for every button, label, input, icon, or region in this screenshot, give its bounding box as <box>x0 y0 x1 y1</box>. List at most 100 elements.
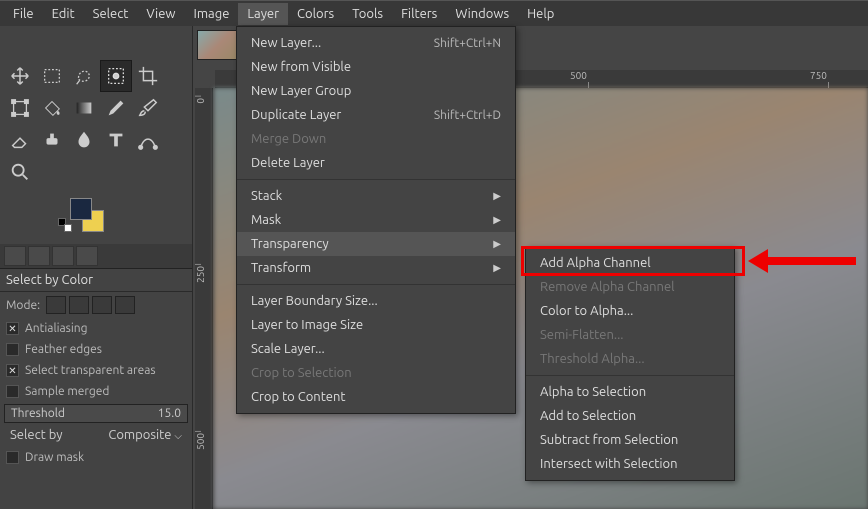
left-dock: Select by Color Mode: Antialiasing Feath… <box>0 26 193 509</box>
sample-checkbox[interactable] <box>6 385 19 398</box>
menuitem-new-layer[interactable]: New Layer...Shift+Ctrl+N <box>237 31 515 55</box>
menuitem-label: Layer to Image Size <box>251 318 363 332</box>
history-tab-icon[interactable] <box>52 246 74 266</box>
mode-row: Mode: <box>0 292 192 318</box>
pencil-tool-icon[interactable] <box>100 92 132 124</box>
drawmask-checkbox[interactable] <box>6 451 19 464</box>
submenu-arrow-icon: ▶ <box>493 238 501 250</box>
threshold-value: 15.0 <box>158 407 181 420</box>
ruler-tick: 500 <box>570 70 587 88</box>
menuitem-layer-boundary-size[interactable]: Layer Boundary Size... <box>237 289 515 313</box>
menuitem-scale-layer[interactable]: Scale Layer... <box>237 337 515 361</box>
menu-select[interactable]: Select <box>84 3 138 25</box>
mode-replace-icon[interactable] <box>46 296 66 314</box>
menuitem-duplicate-layer[interactable]: Duplicate LayerShift+Ctrl+D <box>237 103 515 127</box>
transparency-submenu: Add Alpha ChannelRemove Alpha ChannelCol… <box>525 246 735 481</box>
devices-tab-icon[interactable] <box>28 246 50 266</box>
color-swatches[interactable] <box>70 198 110 234</box>
menu-image[interactable]: Image <box>185 3 239 25</box>
menuitem-mask[interactable]: Mask ▶ <box>237 208 515 232</box>
clone-tool-icon[interactable] <box>36 124 68 156</box>
vertical-ruler: 0250500 <box>195 88 213 509</box>
menu-edit[interactable]: Edit <box>43 3 84 25</box>
rect-select-tool-icon[interactable] <box>36 60 68 92</box>
feather-checkbox[interactable] <box>6 343 19 356</box>
mode-add-icon[interactable] <box>69 296 89 314</box>
antialias-row[interactable]: Antialiasing <box>0 318 192 339</box>
menuitem-label: Add to Selection <box>540 409 636 423</box>
menu-file[interactable]: File <box>4 3 43 25</box>
eraser-tool-icon[interactable] <box>4 124 36 156</box>
menuitem-alpha-to-selection[interactable]: Alpha to Selection <box>526 380 734 404</box>
bucket-fill-tool-icon[interactable] <box>36 92 68 124</box>
menuitem-layer-to-image-size[interactable]: Layer to Image Size <box>237 313 515 337</box>
select-by-color-tool-icon[interactable] <box>100 60 132 92</box>
menuitem-label: Crop to Content <box>251 390 346 404</box>
menuitem-color-to-alpha[interactable]: Color to Alpha... <box>526 299 734 323</box>
menu-layer[interactable]: Layer <box>238 3 288 25</box>
menu-separator <box>526 375 734 376</box>
menuitem-add-alpha-channel[interactable]: Add Alpha Channel <box>526 251 734 275</box>
move-tool-icon[interactable] <box>4 60 36 92</box>
menu-view[interactable]: View <box>137 3 184 25</box>
menuitem-delete-layer[interactable]: Delete Layer <box>237 151 515 175</box>
ruler-tick: 250 <box>195 266 213 283</box>
menuitem-label: Intersect with Selection <box>540 457 678 471</box>
menuitem-intersect-with-selection[interactable]: Intersect with Selection <box>526 452 734 476</box>
text-tool-icon[interactable] <box>100 124 132 156</box>
menuitem-new-layer-group[interactable]: New Layer Group <box>237 79 515 103</box>
selectby-combo[interactable]: Select by Composite ⌵ <box>4 425 188 445</box>
drawmask-row[interactable]: Draw mask <box>0 447 192 468</box>
threshold-slider[interactable]: Threshold 15.0 <box>4 404 188 423</box>
transp-row[interactable]: Select transparent areas <box>0 360 192 381</box>
menuitem-stack[interactable]: Stack▶ <box>237 184 515 208</box>
fg-color-swatch[interactable] <box>70 198 92 220</box>
gradient-tool-icon[interactable] <box>68 92 100 124</box>
menuitem-subtract-from-selection[interactable]: Subtract from Selection <box>526 428 734 452</box>
menuitem-label: Transparency <box>251 237 329 251</box>
tool-options-tab-icon[interactable] <box>4 246 26 266</box>
menu-filters[interactable]: Filters <box>392 3 446 25</box>
menuitem-label: Color to Alpha... <box>540 304 633 318</box>
sample-row[interactable]: Sample merged <box>0 381 192 402</box>
menu-separator <box>237 284 515 285</box>
menuitem-label: Stack <box>251 189 282 203</box>
crop-tool-icon[interactable] <box>132 60 164 92</box>
menuitem-label: Add Alpha Channel <box>540 256 651 270</box>
menuitem-label: Semi-Flatten... <box>540 328 623 342</box>
path-tool-icon[interactable] <box>132 124 164 156</box>
menuitem-crop-to-content[interactable]: Crop to Content <box>237 385 515 409</box>
transp-label: Select transparent areas <box>25 364 156 377</box>
menu-tools[interactable]: Tools <box>343 3 392 25</box>
mode-subtract-icon[interactable] <box>92 296 112 314</box>
tool-options-title: Select by Color <box>0 269 192 292</box>
images-tab-icon[interactable] <box>76 246 98 266</box>
menu-help[interactable]: Help <box>518 3 563 25</box>
transp-checkbox[interactable] <box>6 364 19 377</box>
sample-label: Sample merged <box>25 385 109 398</box>
menuitem-add-to-selection[interactable]: Add to Selection <box>526 404 734 428</box>
menuitem-label: Duplicate Layer <box>251 108 341 122</box>
smudge-tool-icon[interactable] <box>68 124 100 156</box>
transform-tool-icon[interactable] <box>4 92 36 124</box>
image-thumbnail[interactable] <box>197 30 239 60</box>
mode-intersect-icon[interactable] <box>115 296 135 314</box>
feather-row[interactable]: Feather edges <box>0 339 192 360</box>
menuitem-label: Mask <box>251 213 281 227</box>
menuitem-label: Alpha to Selection <box>540 385 646 399</box>
menu-windows[interactable]: Windows <box>446 3 518 25</box>
antialias-checkbox[interactable] <box>6 322 19 335</box>
menuitem-transform[interactable]: Transform▶ <box>237 256 515 280</box>
zoom-tool-icon[interactable] <box>4 156 36 188</box>
menuitem-accel: Shift+Ctrl+N <box>434 37 501 50</box>
menuitem-transparency[interactable]: Transparency ▶ <box>237 232 515 256</box>
menuitem-semi-flatten: Semi-Flatten... <box>526 323 734 347</box>
paintbrush-tool-icon[interactable] <box>132 92 164 124</box>
free-select-tool-icon[interactable] <box>68 60 100 92</box>
submenu-arrow-icon: ▶ <box>493 214 501 226</box>
menuitem-new-from-visible[interactable]: New from Visible <box>237 55 515 79</box>
menu-colors[interactable]: Colors <box>288 3 343 25</box>
toolbox <box>0 58 192 190</box>
menuitem-crop-to-selection: Crop to Selection <box>237 361 515 385</box>
dock-tabstrip <box>0 244 192 269</box>
